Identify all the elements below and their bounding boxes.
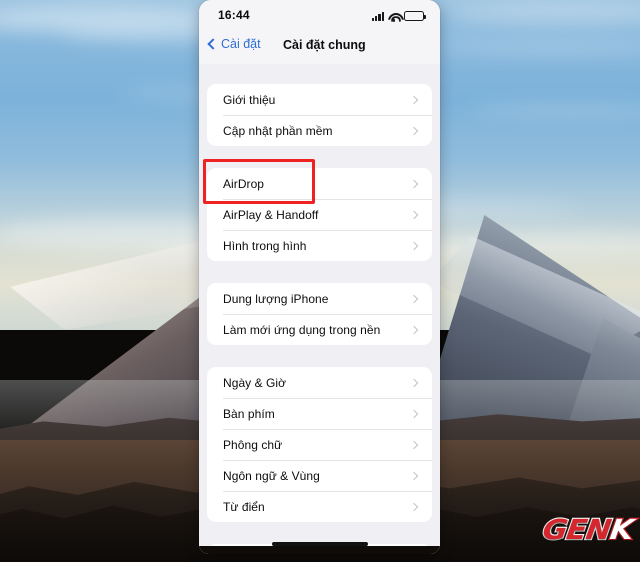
chevron-right-icon (409, 502, 419, 511)
chevron-right-icon (409, 471, 419, 480)
settings-row-about[interactable]: Giới thiệu (207, 84, 432, 115)
chevron-right-icon (409, 294, 419, 303)
settings-group-storage: Dung lượng iPhone Làm mới ứng dụng trong… (207, 283, 432, 345)
settings-row-label: Ngày & Giờ (223, 375, 287, 390)
cellular-signal-icon (371, 12, 384, 21)
settings-row-dictionary[interactable]: Từ điển (207, 491, 432, 522)
chevron-left-icon (207, 38, 219, 50)
settings-list: Giới thiệu Cập nhật phần mềm AirDrop Air… (199, 64, 440, 554)
home-indicator (271, 542, 368, 546)
back-button[interactable]: Cài đặt (207, 37, 261, 51)
status-time: 16:44 (218, 8, 250, 22)
chevron-right-icon (409, 241, 419, 250)
settings-row-label: Từ điển (223, 499, 265, 514)
nav-bar: Cài đặt Cài đặt chung (199, 30, 440, 64)
settings-group-sharing: AirDrop AirPlay & Handoff Hình trong hìn… (207, 168, 432, 261)
settings-row-language-region[interactable]: Ngôn ngữ & Vùng (207, 460, 432, 491)
genk-watermark-main: GEN (539, 513, 613, 548)
settings-row-label: Phông chữ (223, 437, 283, 452)
settings-row-label: Giới thiệu (223, 92, 276, 107)
page-title: Cài đặt chung (283, 38, 366, 52)
wifi-icon (388, 12, 400, 22)
chevron-right-icon (409, 126, 419, 135)
settings-row-label: Cập nhật phần mềm (223, 123, 333, 138)
phone-screenshot: 16:44 Cài đặt Cài đặt chung Giới thiệu C… (199, 0, 440, 554)
settings-row-label: Dung lượng iPhone (223, 291, 329, 306)
chevron-right-icon (409, 95, 419, 104)
settings-row-airdrop[interactable]: AirDrop (207, 168, 432, 199)
battery-icon (404, 11, 426, 21)
chevron-right-icon (409, 378, 419, 387)
settings-row-iphone-storage[interactable]: Dung lượng iPhone (207, 283, 432, 314)
settings-row-label: Làm mới ứng dụng trong nền (223, 322, 381, 337)
status-bar: 16:44 (199, 0, 440, 30)
settings-row-background-app-refresh[interactable]: Làm mới ứng dụng trong nền (207, 314, 432, 345)
chevron-right-icon (409, 210, 419, 219)
chevron-right-icon (409, 325, 419, 334)
settings-group-locale: Ngày & Giờ Bàn phím Phông chữ Ngôn ngữ &… (207, 367, 432, 522)
settings-row-software-update[interactable]: Cập nhật phần mềm (207, 115, 432, 146)
settings-group-info: Giới thiệu Cập nhật phần mềm (207, 84, 432, 146)
chevron-right-icon (409, 440, 419, 449)
settings-row-keyboard[interactable]: Bàn phím (207, 398, 432, 429)
settings-row-date-time[interactable]: Ngày & Giờ (207, 367, 432, 398)
settings-row-label: Bàn phím (223, 406, 275, 421)
chevron-right-icon (409, 409, 419, 418)
genk-watermark-accent: K (606, 513, 635, 548)
settings-row-label: Hình trong hình (223, 238, 307, 253)
genk-watermark: GENK (539, 513, 635, 548)
settings-row-airplay-handoff[interactable]: AirPlay & Handoff (207, 199, 432, 230)
screenshot-stage: GENK 16:44 Cài đặt Cài đặt chung Giới th… (0, 0, 640, 562)
settings-row-picture-in-picture[interactable]: Hình trong hình (207, 230, 432, 261)
chevron-right-icon (409, 179, 419, 188)
status-icons (371, 9, 426, 22)
settings-row-label: AirDrop (223, 176, 265, 191)
settings-row-label: AirPlay & Handoff (223, 207, 319, 222)
screenshot-bottom-edge (199, 546, 440, 554)
settings-row-fonts[interactable]: Phông chữ (207, 429, 432, 460)
settings-row-label: Ngôn ngữ & Vùng (223, 468, 320, 483)
back-button-label: Cài đặt (221, 37, 261, 51)
